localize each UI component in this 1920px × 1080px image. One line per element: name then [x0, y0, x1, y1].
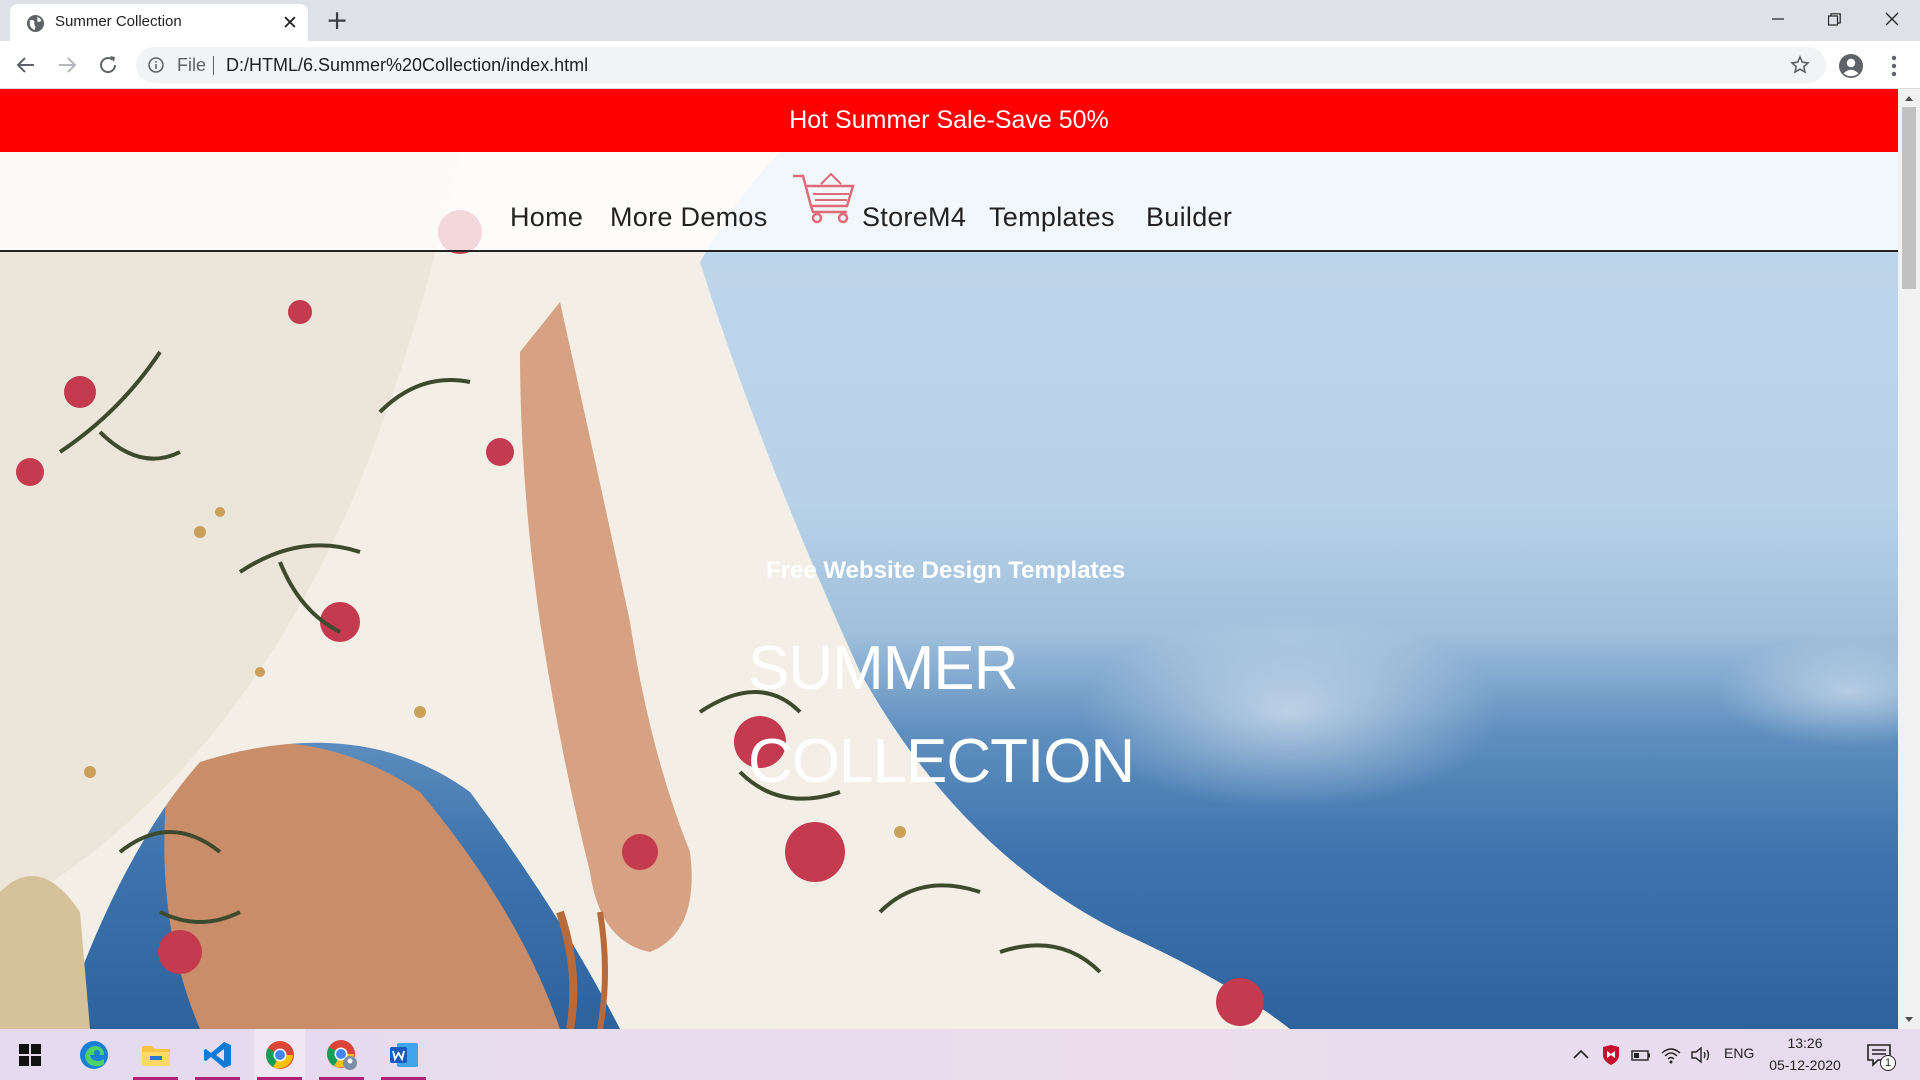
- more-menu-icon[interactable]: [1884, 53, 1904, 79]
- nav-link-more-demos[interactable]: More Demos: [610, 202, 768, 233]
- nav-link-storem4[interactable]: StoreM4: [862, 202, 966, 233]
- new-tab-icon[interactable]: +: [323, 7, 351, 35]
- nav-link-home[interactable]: Home: [510, 202, 583, 233]
- edge-icon[interactable]: [68, 1029, 119, 1080]
- windows-taskbar: ENG 13:26 05-12-2020 1: [0, 1029, 1920, 1080]
- address-separator: [213, 56, 214, 75]
- minimize-icon[interactable]: [1749, 0, 1806, 38]
- start-icon[interactable]: [4, 1029, 55, 1080]
- vscode-icon[interactable]: [192, 1029, 243, 1080]
- restore-icon[interactable]: [1806, 0, 1863, 38]
- browser-toolbar: File D:/HTML/6.Summer%20Collection/index…: [0, 41, 1920, 89]
- forward-arrow-icon[interactable]: [55, 53, 79, 77]
- wifi-icon[interactable]: [1660, 1045, 1682, 1065]
- sale-banner: Hot Summer Sale-Save 50%: [0, 89, 1898, 152]
- volume-icon[interactable]: [1690, 1045, 1712, 1065]
- back-arrow-icon[interactable]: [14, 53, 38, 77]
- page-scrollbar[interactable]: [1898, 89, 1920, 1029]
- sale-banner-text: Hot Summer Sale-Save 50%: [789, 106, 1109, 134]
- bookmark-star-icon[interactable]: [1790, 55, 1810, 75]
- scroll-up-arrow-icon[interactable]: [1898, 89, 1920, 107]
- hero-title: SUMMER COLLECTION: [748, 622, 1168, 808]
- hero-title-line-2: COLLECTION: [748, 727, 1135, 796]
- globe-icon: [26, 14, 45, 33]
- window-close-icon[interactable]: [1863, 0, 1920, 38]
- scroll-down-arrow-icon[interactable]: [1898, 1011, 1920, 1029]
- info-icon[interactable]: [148, 57, 164, 73]
- mcafee-shield-icon[interactable]: [1600, 1045, 1622, 1065]
- address-bar[interactable]: File D:/HTML/6.Summer%20Collection/index…: [136, 47, 1826, 83]
- hero-subtitle: Free Website Design Templates: [766, 557, 1126, 584]
- hero-section: Home More Demos StoreM4 Templates Builde…: [0, 152, 1898, 1029]
- address-url[interactable]: D:/HTML/6.Summer%20Collection/index.html: [226, 55, 588, 76]
- tab-strip: Summer Collection ✕ +: [0, 0, 1920, 41]
- tab-close-icon[interactable]: ✕: [280, 13, 300, 33]
- address-scheme-label: File: [177, 55, 207, 75]
- clock-date[interactable]: 05-12-2020: [1764, 1057, 1846, 1073]
- page-viewport: Hot Summer Sale-Save 50% Home More Demos…: [0, 89, 1898, 1029]
- chrome-icon[interactable]: [254, 1029, 305, 1080]
- word-icon[interactable]: [378, 1029, 429, 1080]
- nav-link-templates[interactable]: Templates: [989, 202, 1115, 233]
- tab-title: Summer Collection: [55, 13, 182, 30]
- hero-photo: [0, 152, 1290, 1029]
- reload-icon[interactable]: [96, 53, 120, 77]
- battery-icon[interactable]: [1630, 1045, 1652, 1065]
- clock-time[interactable]: 13:26: [1770, 1035, 1840, 1051]
- chrome-profile-icon[interactable]: [316, 1029, 367, 1080]
- notification-count-badge: 1: [1880, 1055, 1896, 1071]
- browser-tab[interactable]: Summer Collection ✕: [10, 4, 308, 41]
- profile-icon[interactable]: [1838, 53, 1864, 79]
- file-explorer-icon[interactable]: [130, 1029, 181, 1080]
- site-navbar: Home More Demos StoreM4 Templates Builde…: [0, 152, 1898, 252]
- hero-title-line-1: SUMMER: [748, 634, 1019, 703]
- nav-link-builder[interactable]: Builder: [1146, 202, 1232, 233]
- shopping-cart-icon[interactable]: [791, 170, 857, 226]
- scroll-thumb[interactable]: [1902, 107, 1916, 289]
- show-hidden-icons-icon[interactable]: [1570, 1045, 1592, 1065]
- language-indicator[interactable]: ENG: [1724, 1045, 1754, 1061]
